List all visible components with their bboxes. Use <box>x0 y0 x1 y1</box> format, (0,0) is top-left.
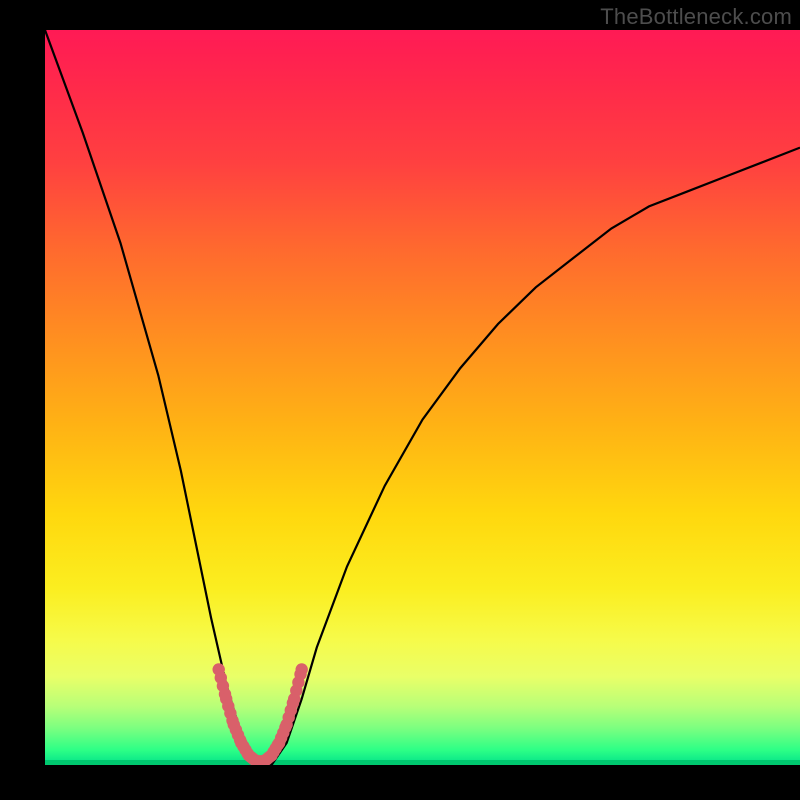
watermark-text: TheBottleneck.com <box>600 4 792 30</box>
bottleneck-curve <box>45 30 800 765</box>
chart-frame: TheBottleneck.com <box>0 0 800 800</box>
